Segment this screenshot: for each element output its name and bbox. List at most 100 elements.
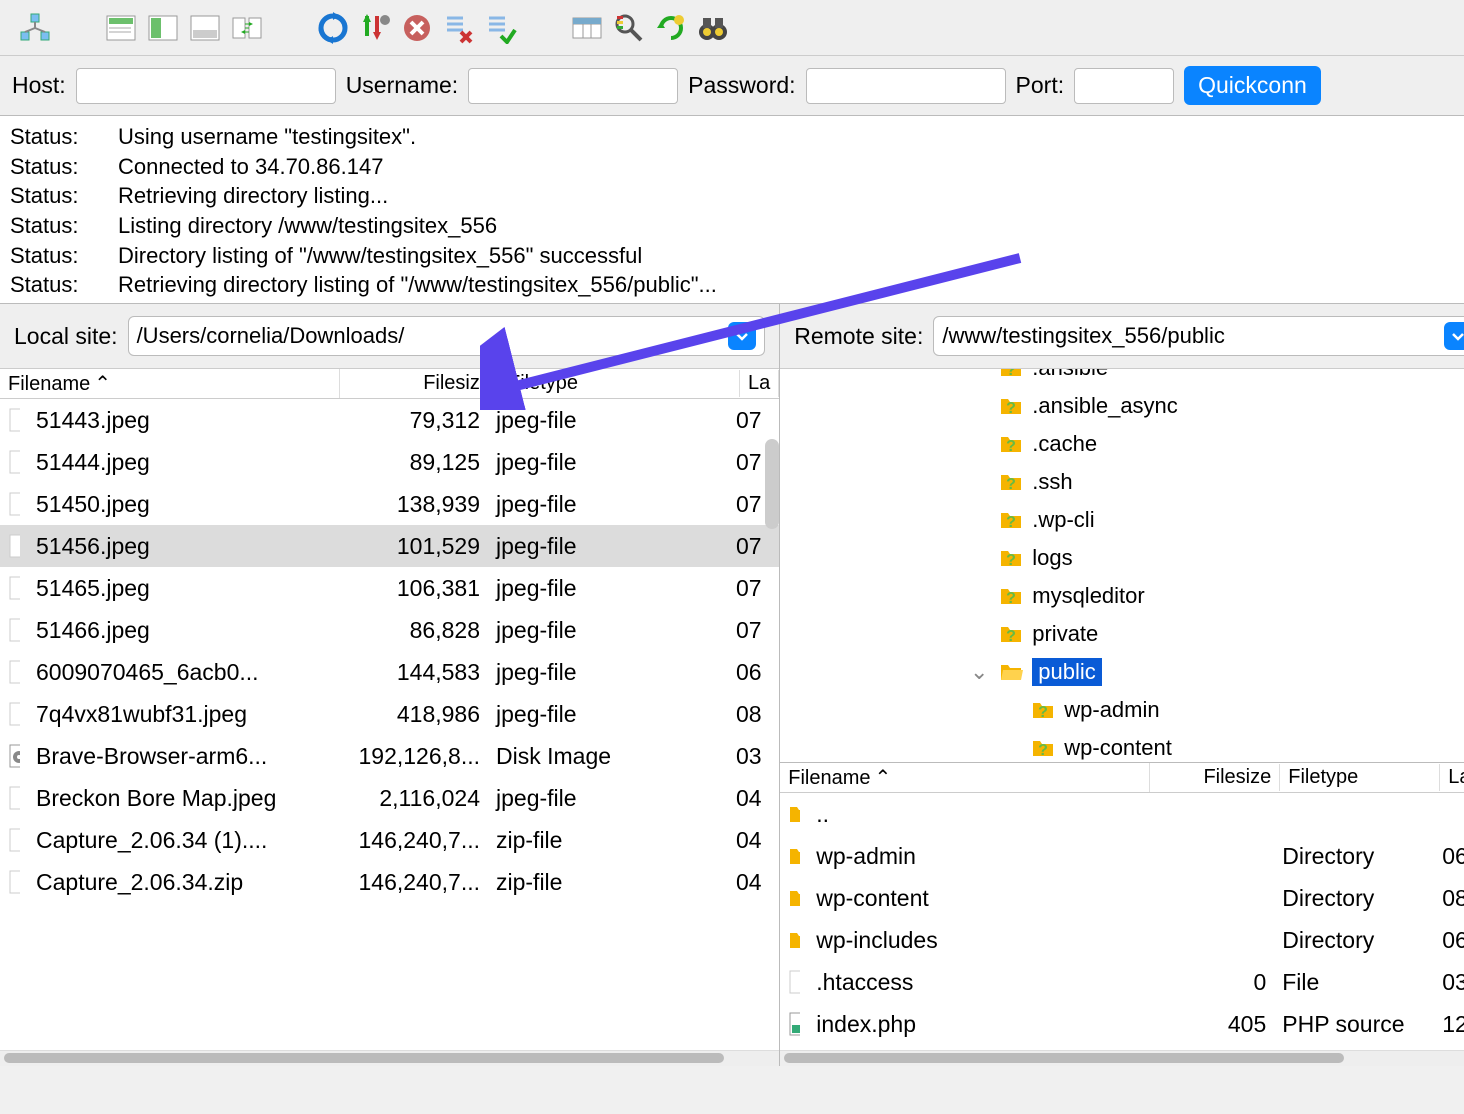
folder-icon: ? xyxy=(998,369,1024,381)
table-row[interactable]: Capture_2.06.34 (1).... 146,240,7... zip… xyxy=(0,819,779,861)
table-row[interactable]: .. xyxy=(780,793,1464,835)
file-icon xyxy=(780,969,808,995)
tree-label: public xyxy=(1032,658,1101,686)
tree-item[interactable]: ?.ssh xyxy=(780,463,1464,501)
remote-pane: Remote site: /www/testingsitex_556/publi… xyxy=(780,304,1464,1066)
table-row[interactable]: Breckon Bore Map.jpeg 2,116,024 jpeg-fil… xyxy=(0,777,779,819)
file-icon xyxy=(780,803,808,825)
file-icon xyxy=(0,701,28,727)
svg-text:?: ? xyxy=(1006,400,1016,417)
main-toolbar xyxy=(0,0,1464,56)
chevron-down-icon[interactable]: ⌄ xyxy=(968,659,990,685)
transfer-settings-icon[interactable] xyxy=(358,11,392,45)
folder-icon: ? xyxy=(998,583,1024,609)
sync-icon[interactable] xyxy=(316,11,350,45)
tree-item[interactable]: ? .ansible_async xyxy=(780,387,1464,425)
file-icon xyxy=(0,449,28,475)
file-icon xyxy=(780,887,808,909)
log-text: Retrieving directory listing... xyxy=(118,181,388,211)
table-row[interactable]: index.php 405 PHP source 12/0 xyxy=(780,1003,1464,1045)
table-row[interactable]: 51450.jpeg 138,939 jpeg-file 07 xyxy=(0,483,779,525)
table-row[interactable]: Capture_2.06.34.zip 146,240,7... zip-fil… xyxy=(0,861,779,903)
folder-icon: ? xyxy=(998,621,1024,647)
file-icon xyxy=(0,785,28,811)
tree-label: private xyxy=(1032,621,1098,647)
port-label: Port: xyxy=(1016,72,1065,99)
tree-item[interactable]: ? wp-content xyxy=(780,729,1464,763)
file-icon xyxy=(0,575,28,601)
quickconnect-bar: Host: Username: Password: Port: Quickcon… xyxy=(0,56,1464,116)
table-row[interactable]: wp-content Directory 08/ xyxy=(780,877,1464,919)
tree-label: wp-content xyxy=(1064,735,1172,761)
scrollbar-thumb[interactable] xyxy=(765,439,779,529)
host-input[interactable] xyxy=(76,68,336,104)
svg-text:?: ? xyxy=(1006,514,1016,531)
toggle-queue-icon[interactable] xyxy=(188,11,222,45)
status-log[interactable]: Status:Using username "testingsitex".Sta… xyxy=(0,116,1464,304)
svg-text:?: ? xyxy=(1006,438,1016,455)
toggle-tree-icon[interactable] xyxy=(146,11,180,45)
local-list-header[interactable]: Filename⌃ Filesize Filetype La xyxy=(0,369,779,399)
toggle-log-icon[interactable] xyxy=(104,11,138,45)
queue-ok-icon[interactable] xyxy=(484,11,518,45)
remote-list-header[interactable]: Filename⌃ Filesize Filetype Las xyxy=(780,763,1464,793)
table-row[interactable]: 7q4vx81wubf31.jpeg 418,986 jpeg-file 08 xyxy=(0,693,779,735)
table-row[interactable]: 51465.jpeg 106,381 jpeg-file 07 xyxy=(0,567,779,609)
table-row[interactable]: Brave-Browser-arm6... 192,126,8... Disk … xyxy=(0,735,779,777)
local-path-input[interactable]: /Users/cornelia/Downloads/ xyxy=(128,316,766,356)
remote-path-input[interactable]: /www/testingsitex_556/public xyxy=(933,316,1464,356)
chevron-down-icon[interactable] xyxy=(1444,322,1464,350)
log-label: Status: xyxy=(10,211,118,241)
tree-item[interactable]: ? .wp-cli xyxy=(780,501,1464,539)
binoculars-icon[interactable] xyxy=(696,11,730,45)
cancel-icon[interactable] xyxy=(400,11,434,45)
filter-icon[interactable] xyxy=(612,11,646,45)
tree-label: logs xyxy=(1032,545,1072,571)
folder-icon: ? xyxy=(998,507,1024,533)
sitemanager-icon[interactable] xyxy=(18,11,52,45)
tree-item[interactable]: ? private xyxy=(780,615,1464,653)
compare-icon[interactable] xyxy=(230,11,264,45)
folder-icon: ? xyxy=(998,469,1024,495)
table-row[interactable]: 6009070465_6acb0... 144,583 jpeg-file 06 xyxy=(0,651,779,693)
tree-item[interactable]: ? .cache xyxy=(780,425,1464,463)
log-text: Connected to 34.70.86.147 xyxy=(118,152,383,182)
table-row[interactable]: 51456.jpeg 101,529 jpeg-file 07 xyxy=(0,525,779,567)
tree-item[interactable]: ?logs xyxy=(780,539,1464,577)
remote-tree[interactable]: ?.ansible? .ansible_async? .cache ?.ssh? .wp… xyxy=(780,369,1464,763)
port-input[interactable] xyxy=(1074,68,1174,104)
columns-icon[interactable] xyxy=(570,11,604,45)
log-text: Listing directory /www/testingsitex_556 xyxy=(118,211,497,241)
username-input[interactable] xyxy=(468,68,678,104)
queue-cancel-icon[interactable] xyxy=(442,11,476,45)
tree-item[interactable]: ⌄ public xyxy=(780,653,1464,691)
svg-text:?: ? xyxy=(1006,628,1016,645)
file-icon xyxy=(780,929,808,951)
remote-file-list[interactable]: .. wp-admin Directory 06/ wp-content Dir… xyxy=(780,793,1464,1050)
tree-label: .ansible_async xyxy=(1032,393,1178,419)
refresh-icon[interactable] xyxy=(654,11,688,45)
log-text: Directory listing of "/www/testingsitex_… xyxy=(118,241,642,271)
table-row[interactable]: 51443.jpeg 79,312 jpeg-file 07 xyxy=(0,399,779,441)
table-row[interactable]: wp-admin Directory 06/ xyxy=(780,835,1464,877)
password-input[interactable] xyxy=(806,68,1006,104)
folder-icon xyxy=(998,659,1024,685)
tree-item[interactable]: ?wp-admin xyxy=(780,691,1464,729)
folder-icon: ? xyxy=(1030,735,1056,761)
scrollbar-h[interactable] xyxy=(780,1050,1464,1066)
tree-item[interactable]: ?.ansible xyxy=(780,369,1464,387)
scrollbar-h[interactable] xyxy=(0,1050,779,1066)
tree-label: .cache xyxy=(1032,431,1097,457)
file-icon xyxy=(0,827,28,853)
quickconnect-button[interactable]: Quickconn xyxy=(1184,66,1321,105)
local-file-list[interactable]: 51443.jpeg 79,312 jpeg-file 07 51444.jpe… xyxy=(0,399,779,1050)
table-row[interactable]: 51466.jpeg 86,828 jpeg-file 07 xyxy=(0,609,779,651)
table-row[interactable]: wp-includes Directory 06/ xyxy=(780,919,1464,961)
chevron-down-icon[interactable] xyxy=(728,322,756,350)
table-row[interactable]: .htaccess 0 File 03/ xyxy=(780,961,1464,1003)
tree-label: .wp-cli xyxy=(1032,507,1094,533)
folder-icon: ? xyxy=(998,393,1024,419)
tree-item[interactable]: ?mysqleditor xyxy=(780,577,1464,615)
username-label: Username: xyxy=(346,72,458,99)
table-row[interactable]: 51444.jpeg 89,125 jpeg-file 07 xyxy=(0,441,779,483)
